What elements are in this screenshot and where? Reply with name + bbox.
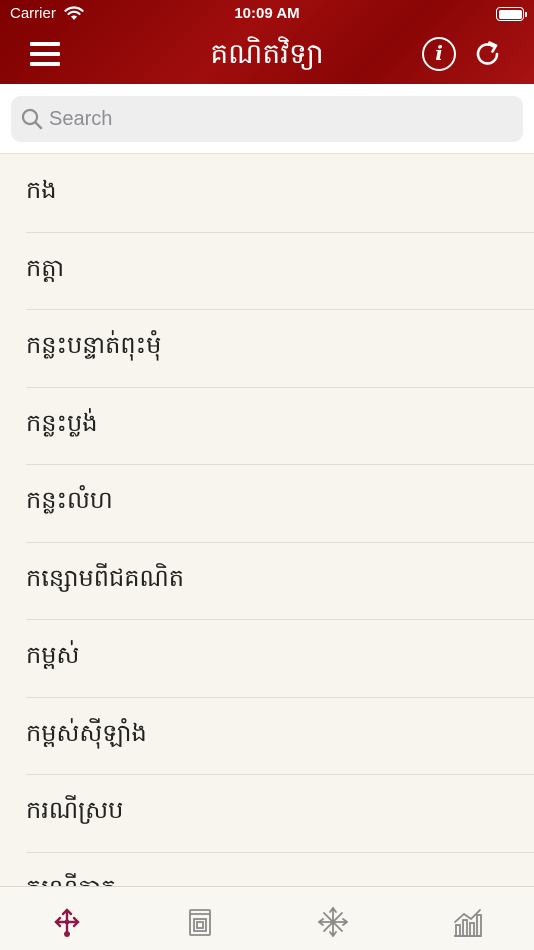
tab-bar bbox=[0, 886, 534, 950]
chart-icon[interactable] bbox=[450, 905, 484, 939]
term-list: កង កត្តា កន្លះបន្ទាត់ពុះមុំ កន្លះប្លង់ ក… bbox=[0, 155, 534, 886]
search-field[interactable] bbox=[11, 96, 523, 142]
list-item[interactable]: កន្សោមពីជគណិត bbox=[0, 543, 534, 621]
term-label: ករណីស្រប bbox=[26, 796, 124, 824]
info-button[interactable]: i bbox=[422, 37, 456, 71]
book-icon[interactable] bbox=[183, 905, 217, 939]
search-bar bbox=[0, 84, 534, 154]
refresh-icon[interactable] bbox=[472, 38, 504, 70]
term-label: កង bbox=[26, 176, 57, 204]
info-icon: i bbox=[435, 41, 443, 65]
term-label: ករណីភាគ bbox=[26, 853, 116, 887]
term-label: កន្លះលំហ bbox=[26, 486, 113, 514]
clock: 10:09 AM bbox=[234, 5, 300, 22]
status-bar: Carrier 10:09 AM bbox=[0, 0, 534, 28]
list-item[interactable]: កន្លះប្លង់ bbox=[0, 388, 534, 466]
term-label: កន្សោមពីជគណិត bbox=[26, 563, 184, 592]
network-icon[interactable] bbox=[50, 905, 84, 939]
list-item[interactable]: កត្តា bbox=[0, 233, 534, 311]
term-label: កម្ពស់ស៊ីឡាំង bbox=[26, 718, 147, 747]
term-label: កន្លះប្លង់ bbox=[26, 408, 98, 437]
search-icon bbox=[21, 108, 43, 130]
list-item[interactable]: ករណីភាគ bbox=[0, 853, 534, 887]
list-item[interactable]: ករណីស្រប bbox=[0, 775, 534, 853]
term-label: កន្លះបន្ទាត់ពុះមុំ bbox=[26, 331, 162, 359]
battery-icon bbox=[496, 7, 527, 21]
list-item[interactable]: កន្លះបន្ទាត់ពុះមុំ bbox=[0, 310, 534, 388]
search-input[interactable] bbox=[49, 96, 509, 142]
list-item[interactable]: កម្ពស់ស៊ីឡាំង bbox=[0, 698, 534, 776]
term-label: កម្ពស់ bbox=[26, 641, 80, 669]
term-label: កត្តា bbox=[26, 253, 65, 282]
nav-bar: គណិតវិទ្យា i bbox=[0, 28, 534, 84]
list-item[interactable]: កម្ពស់ bbox=[0, 620, 534, 698]
compass-icon[interactable] bbox=[316, 905, 350, 939]
app-header: Carrier 10:09 AM គណិតវិទ្យា i bbox=[0, 0, 534, 84]
list-item[interactable]: កង bbox=[0, 155, 534, 233]
list-item[interactable]: កន្លះលំហ bbox=[0, 465, 534, 543]
